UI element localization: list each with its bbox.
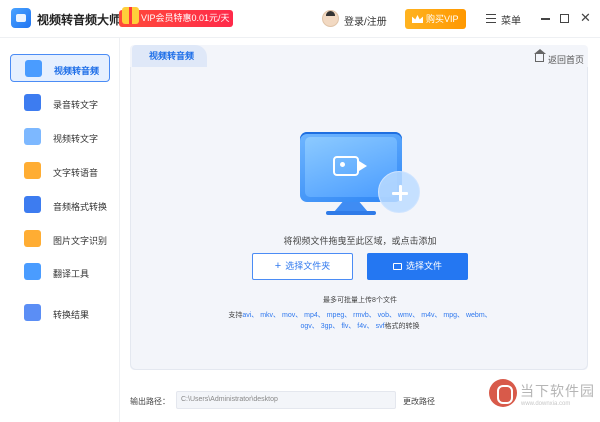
- crown-icon: [412, 15, 423, 23]
- select-folder-button[interactable]: + 选择文件夹: [252, 253, 353, 280]
- supported-formats-line2: ogv、 3gp、 flv、 f4v、 svf格式的转换: [190, 321, 530, 331]
- home-icon[interactable]: [534, 49, 546, 62]
- watermark-text: 当下软件园: [520, 383, 595, 399]
- sidebar-item-audio-format[interactable]: 音频格式转换: [10, 191, 110, 219]
- minimize-button[interactable]: [541, 18, 550, 20]
- app-title: 视频转音频大师: [37, 13, 122, 27]
- change-path-button[interactable]: 更改路径: [403, 396, 435, 407]
- camera-dot: [340, 162, 345, 167]
- app-logo-icon: [11, 8, 31, 28]
- sidebar-item-label: 翻译工具: [53, 269, 90, 279]
- select-folder-label: 选择文件夹: [285, 261, 331, 271]
- sidebar-item-label: 视频转音频: [54, 66, 100, 76]
- close-button[interactable]: ✕: [580, 11, 591, 24]
- vip-promo-banner[interactable]: VIP会员特惠0.01元/天: [119, 7, 233, 27]
- buy-vip-button[interactable]: 购买VIP: [405, 9, 466, 29]
- sidebar-item-video-to-text[interactable]: 视频转文字: [10, 123, 110, 151]
- output-path-field[interactable]: C:\Users\Administrator\desktop: [176, 391, 396, 409]
- formats-list-2: ogv、 3gp、 flv、 f4v、 svf: [300, 323, 385, 330]
- gift-icon: [122, 7, 139, 24]
- promo-text: VIP会员特惠0.01元/天: [141, 13, 230, 23]
- menu-icon[interactable]: [486, 14, 496, 23]
- buy-vip-label: 购买VIP: [426, 14, 459, 24]
- sidebar-item-translate[interactable]: 翻译工具: [10, 258, 110, 286]
- text-speech-icon: [24, 162, 41, 179]
- add-plus-icon[interactable]: [378, 171, 420, 213]
- video-text-icon: [24, 128, 41, 145]
- formats-suffix: 格式的转换: [384, 323, 420, 330]
- user-avatar-icon[interactable]: [322, 10, 339, 27]
- video-camera-icon: [333, 156, 367, 176]
- translate-icon: [24, 263, 41, 280]
- select-file-label: 选择文件: [405, 261, 442, 271]
- sidebar-item-text-to-speech[interactable]: 文字转语音: [10, 157, 110, 185]
- tab-video-to-audio[interactable]: 视频转音频: [132, 45, 207, 67]
- select-file-button[interactable]: 选择文件: [367, 253, 468, 280]
- watermark-url: www.downxia.com: [521, 401, 571, 407]
- maximize-button[interactable]: [560, 14, 569, 23]
- monitor-base: [326, 211, 376, 215]
- back-home-link[interactable]: 返回首页: [548, 53, 584, 66]
- formats-prefix: 支持: [228, 312, 243, 319]
- sidebar-item-label: 图片文字识别: [53, 236, 108, 246]
- sidebar-item-label: 转换结果: [53, 310, 90, 320]
- recording-text-icon: [24, 94, 41, 111]
- drag-hint-text: 将视频文件拖曳至此区域，或点击添加: [283, 236, 437, 246]
- sidebar-item-results[interactable]: 转换结果: [10, 299, 110, 327]
- sidebar-item-recording-to-text[interactable]: 录音转文字: [10, 89, 110, 117]
- batch-limit-text: 最多可批量上传8个文件: [323, 297, 397, 304]
- login-register-link[interactable]: 登录/注册: [344, 13, 387, 28]
- sidebar-item-label: 视频转文字: [53, 134, 99, 144]
- sidebar: 视频转音频 录音转文字 视频转文字 文字转语音 音频格式转换 图片文字识别 翻译…: [0, 38, 120, 422]
- image-ocr-icon: [24, 230, 41, 247]
- supported-formats-line1: 支持avi、 mkv、 mov、 mp4、 mpeg、 rmvb、 vob、 w…: [190, 310, 530, 320]
- watermark-logo-icon: [489, 379, 517, 407]
- sidebar-item-label: 录音转文字: [53, 100, 99, 110]
- plus-icon: +: [274, 260, 282, 272]
- audio-format-icon: [24, 196, 41, 213]
- video-audio-icon: [25, 60, 42, 77]
- formats-list-1: avi、 mkv、 mov、 mp4、 mpeg、 rmvb、 vob、 wmv…: [242, 312, 492, 319]
- title-bar: 视频转音频大师 VIP会员特惠0.01元/天 登录/注册 购买VIP 菜单 ✕: [0, 0, 600, 38]
- sidebar-item-label: 文字转语音: [53, 168, 99, 178]
- folder-icon: [392, 263, 402, 270]
- sidebar-item-image-ocr[interactable]: 图片文字识别: [10, 225, 110, 253]
- output-path-label: 输出路径：: [130, 397, 170, 406]
- menu-button[interactable]: 菜单: [501, 12, 521, 27]
- sidebar-item-video-to-audio[interactable]: 视频转音频: [10, 54, 110, 82]
- result-icon: [24, 304, 41, 321]
- sidebar-item-label: 音频格式转换: [53, 202, 108, 212]
